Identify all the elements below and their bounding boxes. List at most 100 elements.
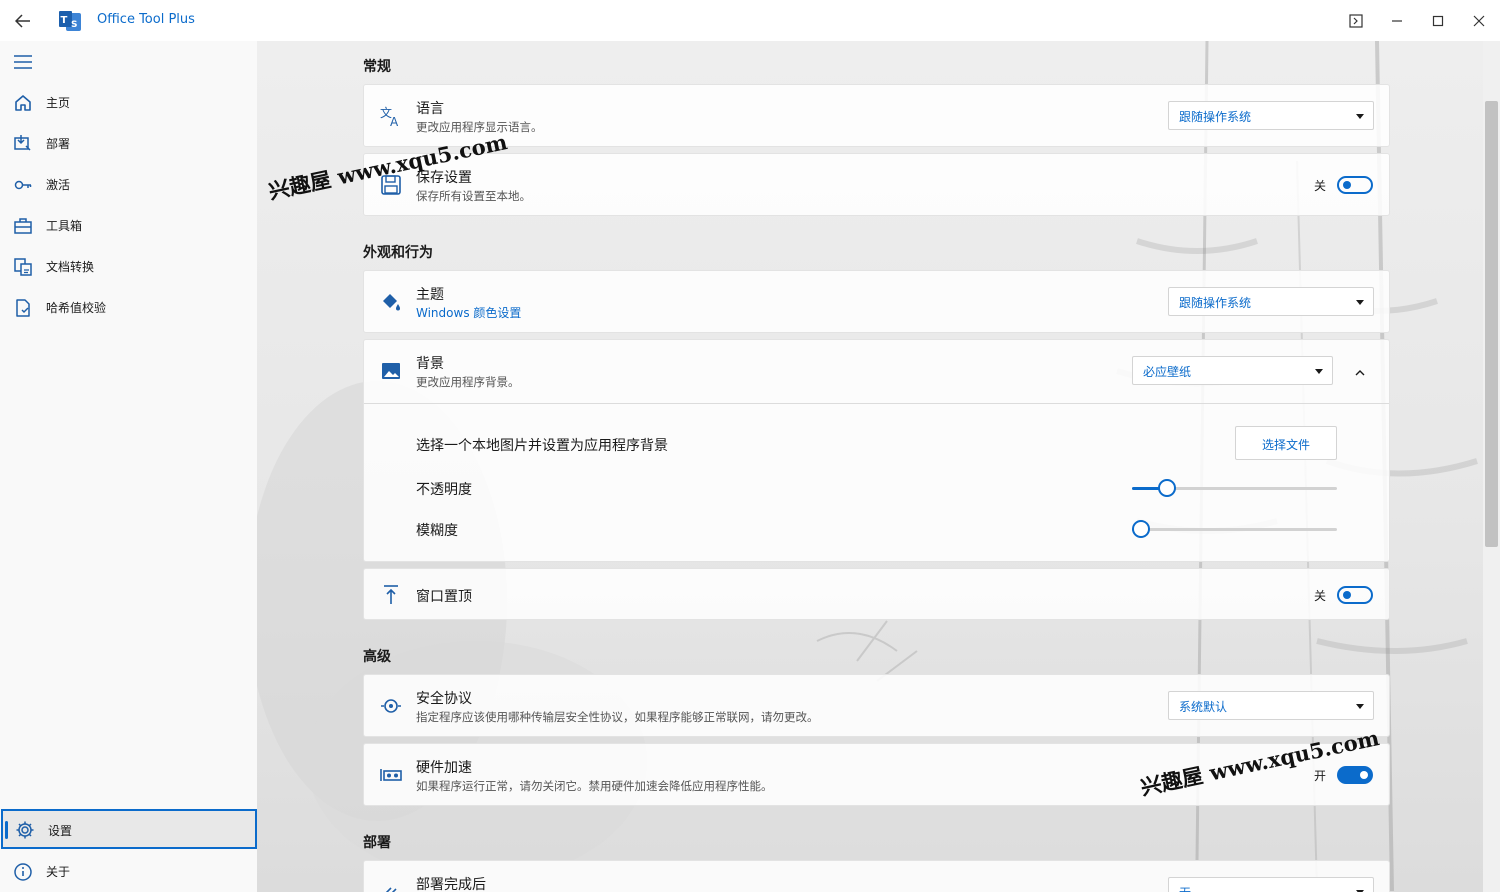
gpu-icon (378, 762, 404, 788)
setting-card-save-settings: 保存设置 保存所有设置至本地。 关 (363, 153, 1390, 216)
chevron-down-icon (1356, 114, 1364, 119)
sidebar-item-label: 文档转换 (46, 260, 95, 274)
select-file-button[interactable]: 选择文件 (1235, 426, 1337, 460)
close-button[interactable] (1466, 8, 1492, 34)
info-icon (12, 861, 34, 883)
scrollbar-thumb[interactable] (1485, 101, 1498, 547)
back-button[interactable] (8, 6, 38, 36)
setting-card-background: 背景 更改应用程序背景。 必应壁纸 选择一个本地图片并设置为应用程序背景 选择文… (363, 339, 1390, 562)
close-icon (1473, 15, 1485, 27)
paint-bucket-icon (378, 289, 404, 315)
sidebar-item-label: 激活 (46, 178, 71, 192)
terminal-icon (1349, 14, 1363, 28)
sidebar-item-home[interactable]: 主页 (0, 83, 257, 121)
vertical-scrollbar[interactable] (1483, 41, 1500, 892)
deploy-icon (12, 133, 34, 155)
sidebar-item-deploy[interactable]: 部署 (0, 124, 257, 162)
svg-text:T: T (61, 15, 68, 26)
maximize-button[interactable] (1425, 8, 1451, 34)
sidebar-item-label: 设置 (48, 824, 73, 838)
divider (364, 403, 1389, 404)
back-arrow-icon (15, 14, 30, 28)
setting-card-security-protocol: 安全协议 指定程序应该使用哪种传输层安全性协议，如果程序能够正常联网，请勿更改。… (363, 674, 1390, 737)
setting-description: 如果程序运行正常，请勿关闭它。禁用硬件加速会降低应用程序性能。 (416, 779, 773, 793)
setting-title: 硬件加速 (416, 760, 472, 776)
pin-top-icon (378, 582, 404, 608)
setting-title: 背景 (416, 356, 444, 372)
setting-title: 安全协议 (416, 691, 472, 707)
translate-icon: 文A (378, 103, 404, 129)
chevron-up-icon (1355, 369, 1365, 375)
app-title: Office Tool Plus (97, 12, 195, 27)
gear-icon (14, 819, 36, 841)
svg-text:A: A (390, 115, 399, 128)
slider-thumb[interactable] (1158, 479, 1177, 497)
setting-description: 更改应用程序背景。 (416, 375, 520, 389)
dropdown-value: 必应壁纸 (1143, 365, 1192, 379)
terminal-button[interactable] (1343, 8, 1369, 34)
toggle-state-label: 关 (1314, 179, 1327, 193)
topmost-toggle[interactable] (1337, 586, 1373, 604)
key-icon (12, 174, 34, 196)
chevron-down-icon (1356, 704, 1364, 709)
setting-title: 语言 (416, 101, 444, 117)
section-title-advanced: 高级 (363, 649, 391, 665)
section-title-appearance: 外观和行为 (363, 245, 433, 261)
sidebar: 主页 部署 激活 工具箱 文档转换 哈希值校验 设置 关于 (0, 41, 257, 892)
sidebar-item-settings[interactable]: 设置 (1, 809, 257, 849)
title-bar: T S Office Tool Plus (0, 0, 1500, 41)
theme-dropdown[interactable]: 跟随操作系统 (1168, 287, 1374, 316)
windows-color-settings-link[interactable]: Windows 颜色设置 (416, 304, 521, 321)
dropdown-value: 跟随操作系统 (1179, 296, 1252, 310)
hardware-acceleration-toggle[interactable] (1337, 766, 1373, 784)
opacity-label: 不透明度 (416, 482, 472, 498)
sidebar-item-doc-convert[interactable]: 文档转换 (0, 247, 257, 285)
setting-title: 主题 (416, 287, 444, 303)
sidebar-item-activate[interactable]: 激活 (0, 165, 257, 203)
save-settings-toggle[interactable] (1337, 176, 1373, 194)
sidebar-item-label: 工具箱 (46, 219, 83, 233)
hash-check-icon (12, 297, 34, 319)
setting-description: 保存所有设置至本地。 (416, 189, 531, 203)
background-dropdown[interactable]: 必应壁纸 (1132, 356, 1333, 385)
setting-card-after-deploy: 部署完成后 无 (363, 860, 1390, 892)
setting-title: 部署完成后 (416, 877, 486, 892)
sidebar-item-label: 主页 (46, 96, 71, 110)
security-protocol-icon (378, 693, 404, 719)
security-protocol-dropdown[interactable]: 系统默认 (1168, 691, 1374, 720)
chevron-down-icon (1356, 300, 1364, 305)
setting-title: 窗口置顶 (416, 589, 472, 605)
sidebar-item-toolbox[interactable]: 工具箱 (0, 206, 257, 244)
after-deploy-dropdown[interactable]: 无 (1168, 877, 1374, 892)
minimize-button[interactable] (1384, 8, 1410, 34)
section-title-general: 常规 (363, 59, 391, 75)
hamburger-icon (14, 55, 32, 69)
toggle-knob (1343, 591, 1351, 599)
minimize-icon (1392, 20, 1402, 22)
section-title-deploy: 部署 (363, 835, 391, 851)
slider-track (1132, 528, 1337, 531)
dropdown-value: 系统默认 (1179, 700, 1228, 714)
button-label: 选择文件 (1261, 438, 1310, 452)
toggle-state-label: 开 (1314, 769, 1327, 783)
slider-thumb[interactable] (1132, 520, 1150, 538)
dropdown-value: 无 (1179, 884, 1191, 892)
setting-card-language: 文A 语言 更改应用程序显示语言。 跟随操作系统 (363, 84, 1390, 147)
setting-card-theme: 主题 Windows 颜色设置 跟随操作系统 (363, 270, 1390, 333)
svg-text:S: S (71, 20, 77, 30)
chevron-down-icon (1315, 369, 1323, 374)
sidebar-item-about[interactable]: 关于 (0, 852, 257, 890)
home-icon (12, 92, 34, 114)
deploy-complete-icon (378, 879, 404, 892)
menu-toggle-button[interactable] (10, 51, 36, 73)
sidebar-item-hash-check[interactable]: 哈希值校验 (0, 288, 257, 326)
setting-card-topmost: 窗口置顶 关 (363, 568, 1390, 620)
language-dropdown[interactable]: 跟随操作系统 (1168, 101, 1374, 130)
toolbox-icon (12, 215, 34, 237)
toggle-knob (1343, 181, 1351, 189)
collapse-button[interactable] (1350, 362, 1370, 382)
blur-slider[interactable] (1132, 519, 1337, 539)
sidebar-item-label: 哈希值校验 (46, 301, 107, 315)
dropdown-value: 跟随操作系统 (1179, 110, 1252, 124)
opacity-slider[interactable] (1132, 478, 1337, 498)
